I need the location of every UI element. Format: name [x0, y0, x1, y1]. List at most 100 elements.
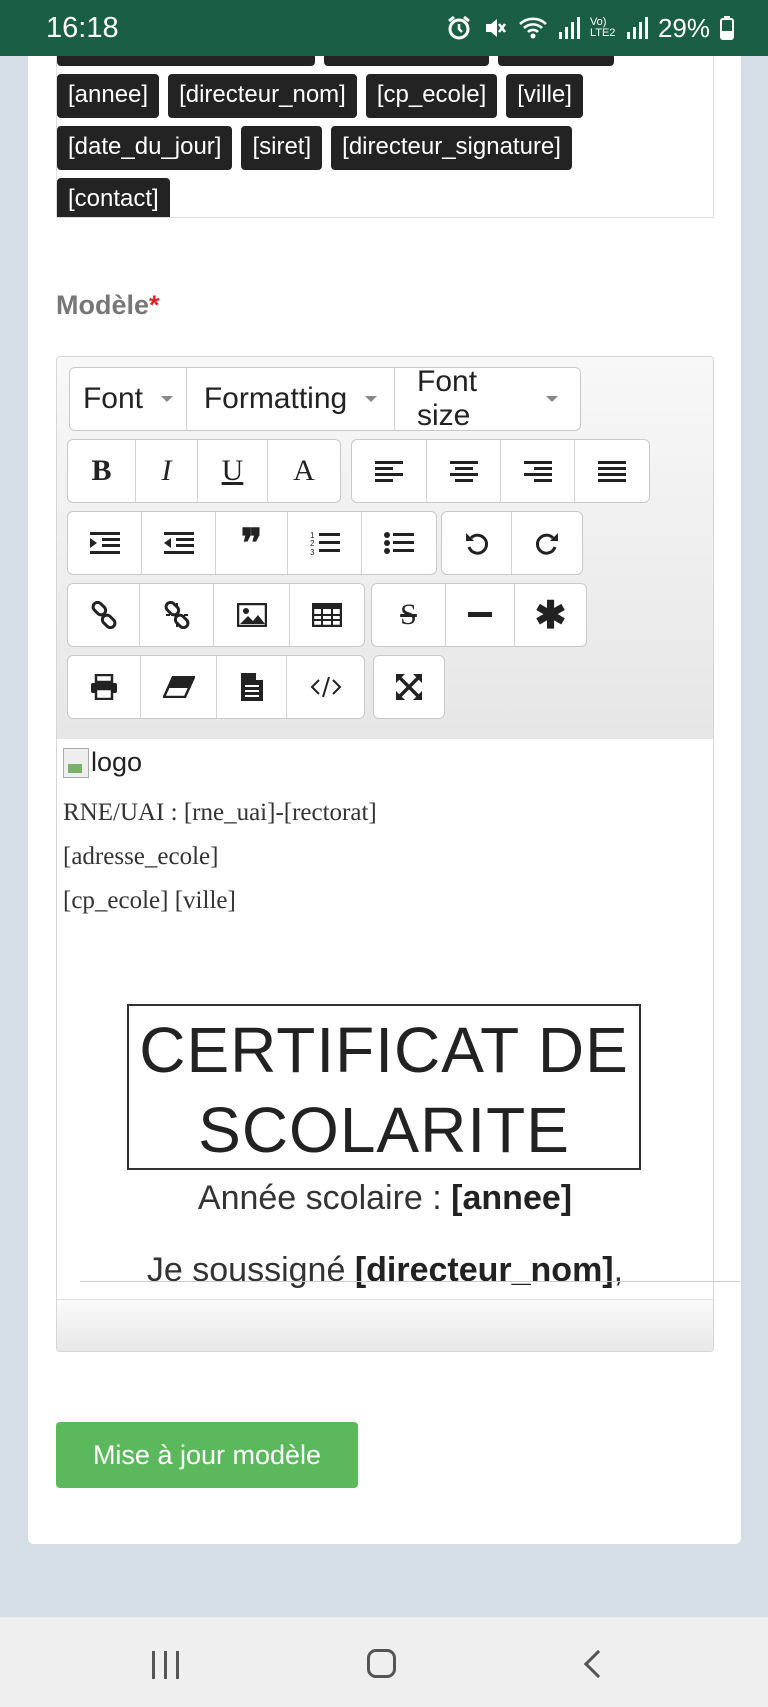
- font-dropdown-label: Font: [82, 382, 144, 415]
- school-year-value: [annee]: [451, 1179, 573, 1217]
- placeholder-tag[interactable]: [siret]: [241, 126, 323, 170]
- outdent-button[interactable]: [142, 512, 216, 574]
- chevron-down-icon: [546, 396, 558, 402]
- quote-icon: ❞: [240, 520, 263, 566]
- android-nav-bar: [0, 1617, 768, 1707]
- logo-alt-text: logo: [91, 747, 143, 777]
- align-left-icon: [375, 461, 403, 482]
- underline-button[interactable]: U: [198, 440, 268, 502]
- align-left-button[interactable]: [352, 440, 427, 502]
- fullscreen-icon: [396, 674, 422, 700]
- italic-button[interactable]: I: [136, 440, 198, 502]
- battery-percent: 29%: [657, 12, 710, 43]
- tag-list: [setting_chaine_offert] [setting_logo] [re…: [57, 56, 677, 217]
- back-button[interactable]: [583, 1649, 613, 1679]
- placeholder-tag[interactable]: [directeur_nom]: [168, 74, 357, 118]
- ordered-list-button[interactable]: 123: [288, 512, 362, 574]
- fullscreen-button[interactable]: [374, 656, 444, 718]
- redo-icon: [535, 533, 558, 555]
- blockquote-button[interactable]: ❞: [216, 512, 288, 574]
- placeholder-tag[interactable]: [cp_ecole]: [365, 74, 498, 118]
- placeholder-tag[interactable]: [contact]: [57, 178, 170, 217]
- placeholder-tag[interactable]: [rectorat]: [497, 56, 615, 66]
- asterisk-icon: ✱: [534, 594, 567, 637]
- school-year-line: Année scolaire : [annee]: [57, 1179, 713, 1218]
- text-color-button[interactable]: A: [268, 440, 340, 502]
- new-document-button[interactable]: [217, 656, 287, 718]
- placeholder-tag[interactable]: [ville]: [506, 74, 583, 118]
- bold-button[interactable]: B: [68, 440, 136, 502]
- redo-button[interactable]: [512, 512, 582, 574]
- font-size-dropdown[interactable]: Font size: [395, 368, 580, 430]
- update-template-button[interactable]: Mise à jour modèle: [56, 1422, 358, 1488]
- print-icon: [91, 674, 117, 700]
- required-mark: *: [149, 290, 160, 320]
- wysiwyg-editor: Font Formatting Font size B I U A ❞ 1 2 …: [56, 356, 714, 1352]
- editor-content[interactable]: logo RNE/UAI : [rne_uai]-[rectorat] [adr…: [57, 739, 713, 1299]
- font-size-dropdown-label: Font size: [417, 367, 478, 431]
- status-icons: Vo) LTE2 29%: [446, 13, 734, 44]
- formatting-dropdown[interactable]: Formatting: [187, 368, 395, 430]
- placeholder-tag-box: [setting_chaine_offert] [setting_logo] [re…: [56, 56, 714, 218]
- link-icon: [91, 601, 116, 629]
- print-button[interactable]: [68, 656, 141, 718]
- cp-city-line: [cp_ecole] [ville]: [63, 887, 236, 914]
- placeholder-tag[interactable]: [date_du_jour]: [57, 126, 233, 170]
- clear-format-button[interactable]: [141, 656, 217, 718]
- placeholder-tag[interactable]: [annee]: [57, 74, 160, 118]
- school-year-prefix: Année scolaire :: [197, 1179, 452, 1217]
- placeholder-tag[interactable]: [setting_chaine_offert]: [57, 56, 315, 66]
- strikethrough-button[interactable]: S: [372, 584, 446, 646]
- recents-icon-bar: [176, 1651, 179, 1679]
- history-group: [441, 511, 583, 575]
- text-style-group: B I U A: [67, 439, 341, 503]
- broken-image-icon: [63, 747, 89, 778]
- list-group: ❞ 123: [67, 511, 437, 575]
- certificate-title-line1: CERTIFICAT DE: [139, 1014, 629, 1086]
- dropdown-group: Font Formatting Font size: [69, 367, 581, 431]
- editor-toolbar: Font Formatting Font size B I U A ❞ 1 2 …: [57, 357, 713, 739]
- horizontal-rule-button[interactable]: [446, 584, 515, 646]
- rne-line: RNE/UAI : [rne_uai]-[rectorat]: [63, 799, 377, 826]
- source-code-button[interactable]: [287, 656, 364, 718]
- align-right-icon: [523, 461, 552, 482]
- divider: [80, 1281, 740, 1282]
- mute-icon: [485, 19, 506, 37]
- image-icon: [236, 603, 267, 627]
- recents-icon: [152, 1651, 155, 1679]
- placeholder-tag[interactable]: [directeur_signature]: [331, 126, 572, 170]
- image-button[interactable]: [214, 584, 290, 646]
- unlink-icon: [164, 601, 189, 629]
- undo-icon: [465, 533, 488, 555]
- special-char-button[interactable]: ✱: [515, 584, 586, 646]
- editor-statusbar: [57, 1299, 713, 1351]
- align-center-button[interactable]: [427, 440, 501, 502]
- strikethrough-icon: S: [400, 598, 417, 631]
- home-button[interactable]: [367, 1649, 396, 1678]
- placeholder-tag[interactable]: [setting_logo]: [323, 56, 489, 66]
- undersigned-prefix: Je soussigné: [146, 1251, 355, 1289]
- align-right-button[interactable]: [501, 440, 575, 502]
- justify-button[interactable]: [575, 440, 649, 502]
- link-button[interactable]: [68, 584, 140, 646]
- svg-text:3: 3: [310, 548, 315, 556]
- unordered-list-button[interactable]: [362, 512, 436, 574]
- unordered-list-icon: [384, 532, 414, 554]
- recents-button[interactable]: [152, 1651, 179, 1679]
- table-icon: [312, 603, 342, 627]
- align-center-icon: [449, 461, 478, 482]
- formatting-dropdown-label: Formatting: [203, 382, 348, 415]
- unlink-button[interactable]: [140, 584, 214, 646]
- chevron-down-icon: [365, 396, 378, 402]
- undersigned-suffix: ,: [613, 1251, 624, 1289]
- table-button[interactable]: [290, 584, 364, 646]
- wifi-icon: [519, 17, 547, 39]
- document-icon: [240, 673, 263, 701]
- template-label: Modèle*: [56, 290, 160, 321]
- indent-button[interactable]: [68, 512, 142, 574]
- undo-button[interactable]: [442, 512, 512, 574]
- form-card: [setting_chaine_offert] [setting_logo] [re…: [28, 56, 741, 1544]
- font-dropdown[interactable]: Font: [70, 368, 187, 430]
- tools-group: [67, 655, 365, 719]
- undersigned-value: [directeur_nom]: [354, 1251, 614, 1289]
